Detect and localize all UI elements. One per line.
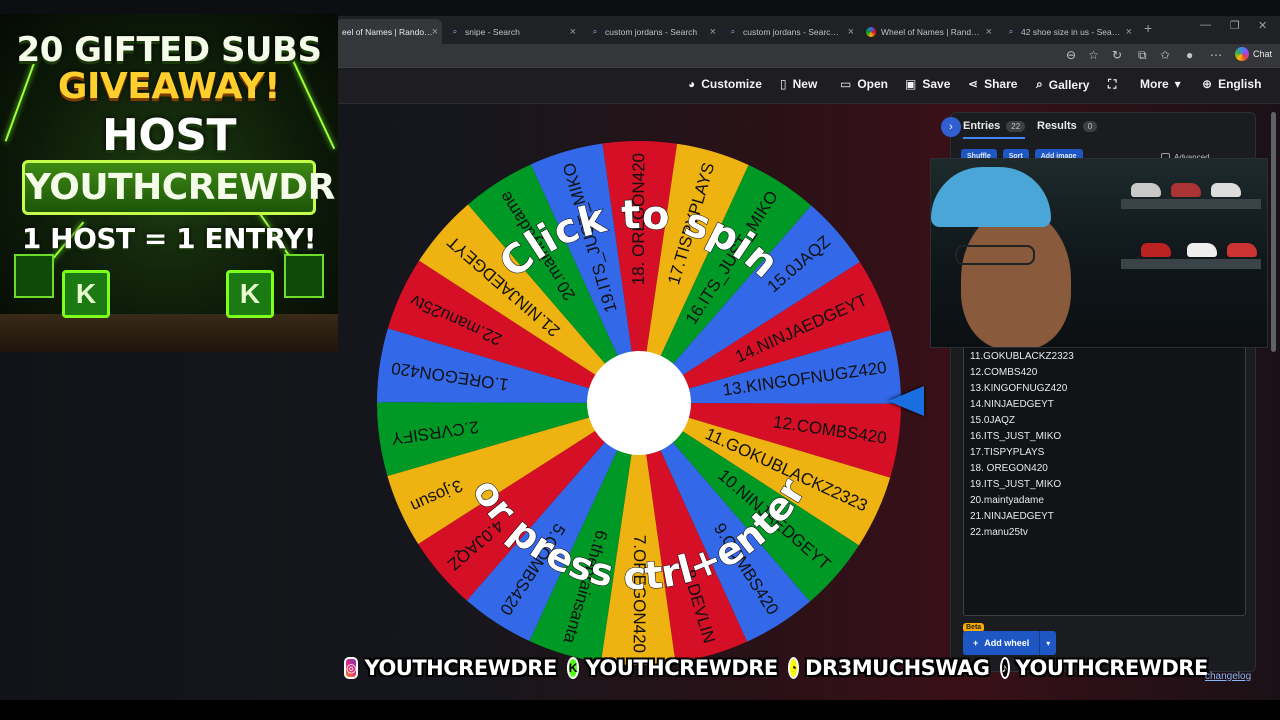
gift-icon: [14, 254, 54, 298]
fullscreen-icon: ⛶: [1108, 77, 1117, 91]
customize-button[interactable]: ◕ Customize: [688, 77, 762, 91]
search-icon: ⌕: [592, 26, 598, 36]
gift-icon: [284, 254, 324, 298]
entry-item: 20.maintyadame: [970, 495, 1044, 506]
kick-icon: K: [566, 657, 580, 679]
close-icon[interactable]: ×: [432, 26, 438, 38]
social-handles-bar: ◎ YOUTHCREWDRE K YOUTHCREWDRE ◔ DR3MUCHS…: [344, 654, 1210, 682]
streamer-cap: [931, 167, 1051, 227]
gallery-button[interactable]: ⌕ Gallery: [1036, 77, 1089, 92]
tab-shoe-size-search[interactable]: ⌕ 42 shoe size in us - Search ×: [1000, 19, 1136, 44]
entries-count-badge: 22: [1006, 120, 1026, 132]
promo-line-1: 20 GIFTED SUBS: [16, 30, 322, 70]
more-menu-icon[interactable]: ⋯: [1210, 48, 1222, 62]
tab-results[interactable]: Results 0: [1037, 120, 1098, 132]
new-button[interactable]: ▯ New: [780, 77, 817, 91]
kick-handle: YOUTHCREWDRE: [585, 656, 778, 680]
entry-item: 16.ITS_JUST_MIKO: [970, 431, 1062, 442]
tab-entries[interactable]: Entries 22: [963, 120, 1026, 139]
streamer-face: [961, 209, 1071, 347]
close-icon[interactable]: ×: [986, 26, 992, 38]
profile-avatar-icon[interactable]: ●: [1186, 48, 1193, 62]
changelog-link[interactable]: changelog: [1205, 671, 1251, 682]
instagram-icon: ◎: [344, 657, 359, 679]
tab-wheel-of-names-1[interactable]: eel of Names | Random n ×: [336, 19, 442, 44]
promo-line-2: GIVEAWAY!: [57, 66, 281, 107]
promo-line-3: HOST: [102, 110, 236, 161]
page-scrollbar[interactable]: [1270, 104, 1278, 700]
copilot-icon: [1234, 47, 1249, 61]
wheel-center[interactable]: [587, 351, 691, 455]
kick-logo-icon: K: [226, 270, 274, 318]
kick-logo-icon: K: [62, 270, 110, 318]
refresh-icon[interactable]: ↻: [1112, 48, 1122, 62]
entry-item: 18. OREGON420: [970, 463, 1048, 474]
share-button[interactable]: ⋖ Share: [968, 77, 1017, 91]
tab-wheel-of-names-2[interactable]: Wheel of Names | Random n ×: [860, 19, 996, 44]
tab-snipe-search[interactable]: ⌕ snipe - Search ×: [444, 19, 580, 44]
maximize-icon[interactable]: ❐: [1230, 19, 1240, 32]
collapse-panel-icon[interactable]: ›: [941, 117, 961, 137]
wheel-graphic[interactable]: 13.KINGOFNUGZ42012.COMBS42011.GOKUBLACKZ…: [374, 138, 904, 668]
open-button[interactable]: ▭ Open: [840, 77, 888, 91]
webcam-overlay: [930, 158, 1268, 348]
extensions-icon[interactable]: ⧉: [1138, 48, 1147, 63]
save-icon: ▣: [905, 77, 917, 91]
entry-item: 17.TISPYPLAYS: [970, 447, 1045, 458]
tab-custom-jordans-images[interactable]: ⌕ custom jordans - Search Ima ×: [722, 19, 858, 44]
wheel-favicon-icon: [866, 26, 876, 37]
more-button[interactable]: More ▾: [1140, 77, 1181, 91]
close-icon[interactable]: ×: [710, 26, 716, 38]
fullscreen-button[interactable]: ⛶: [1108, 77, 1116, 92]
search-icon: ⌕: [1008, 26, 1014, 36]
share-icon: ⋖: [968, 77, 979, 91]
search-icon: ⌕: [1036, 77, 1043, 91]
close-icon[interactable]: ×: [570, 26, 576, 38]
favorite-star-icon[interactable]: ☆: [1088, 48, 1099, 62]
palette-icon: ◕: [688, 77, 696, 91]
search-icon: ⌕: [452, 26, 458, 36]
chevron-down-icon[interactable]: ▾: [1040, 639, 1056, 648]
entry-item: 15.0JAQZ: [970, 415, 1016, 426]
globe-icon: ⊕: [1202, 77, 1213, 91]
plus-icon: +: [973, 638, 979, 648]
spin-wheel[interactable]: 13.KINGOFNUGZ420 12.COMBS420 11.GOKUBLACKZ…: [374, 138, 904, 668]
snapchat-handle: DR3MUCHSWAG: [805, 656, 990, 680]
entry-item: 22.manu25tv: [970, 527, 1028, 538]
entry-item: 21.NINJAEDGEYT: [970, 511, 1054, 522]
giveaway-promo-graphic: 20 GIFTED SUBS GIVEAWAY! HOST YOUTHCREWD…: [0, 14, 338, 352]
reader-icon[interactable]: ⊖: [1066, 48, 1076, 62]
favorites-icon[interactable]: ✩: [1160, 48, 1170, 62]
folder-icon: ▭: [840, 77, 852, 91]
promo-line-5: 1 HOST = 1 ENTRY!: [21, 222, 317, 255]
results-count-badge: 0: [1082, 120, 1098, 132]
add-wheel-button[interactable]: + Add wheel ▾: [963, 631, 1057, 655]
minimize-icon[interactable]: —: [1200, 19, 1211, 31]
close-icon[interactable]: ×: [1126, 26, 1132, 38]
snapchat-icon: ◔: [787, 657, 800, 679]
streamer-glasses: [955, 245, 1035, 265]
tiktok-handle: YOUTHCREWDRE: [1015, 656, 1209, 680]
new-tab-icon[interactable]: +: [1144, 20, 1152, 36]
panel-tabs: › Entries 22 Results 0: [941, 113, 1255, 141]
chevron-down-icon: ▾: [1174, 77, 1181, 91]
entries-list: 11.GOKUBLACKZ2323 12.COMBS420 13.KINGOFNUG…: [970, 349, 1074, 541]
save-button[interactable]: ▣ Save: [905, 77, 950, 91]
window-close-icon[interactable]: ✕: [1258, 19, 1267, 32]
file-icon: ▯: [780, 77, 787, 91]
entry-item: 19.ITS_JUST_MIKO: [970, 479, 1062, 490]
wheel-pointer-icon: [888, 386, 924, 416]
instagram-handle: YOUTHCREWDRE: [364, 656, 557, 680]
copilot-chat-button[interactable]: Chat: [1234, 47, 1272, 61]
entry-item: 11.GOKUBLACKZ2323: [970, 351, 1074, 362]
tab-custom-jordans-search[interactable]: ⌕ custom jordans - Search ×: [584, 19, 720, 44]
close-icon[interactable]: ×: [848, 26, 854, 38]
language-button[interactable]: ⊕ English: [1202, 77, 1261, 91]
promo-host-name: YOUTHCREWDRE: [22, 160, 338, 215]
entry-item: 14.NINJAEDGEYT: [970, 399, 1054, 410]
entry-item: 13.KINGOFNUGZ420: [970, 383, 1068, 394]
search-icon: ⌕: [730, 26, 736, 36]
entry-item: 12.COMBS420: [970, 367, 1038, 378]
tiktok-icon: ♪: [999, 657, 1010, 679]
